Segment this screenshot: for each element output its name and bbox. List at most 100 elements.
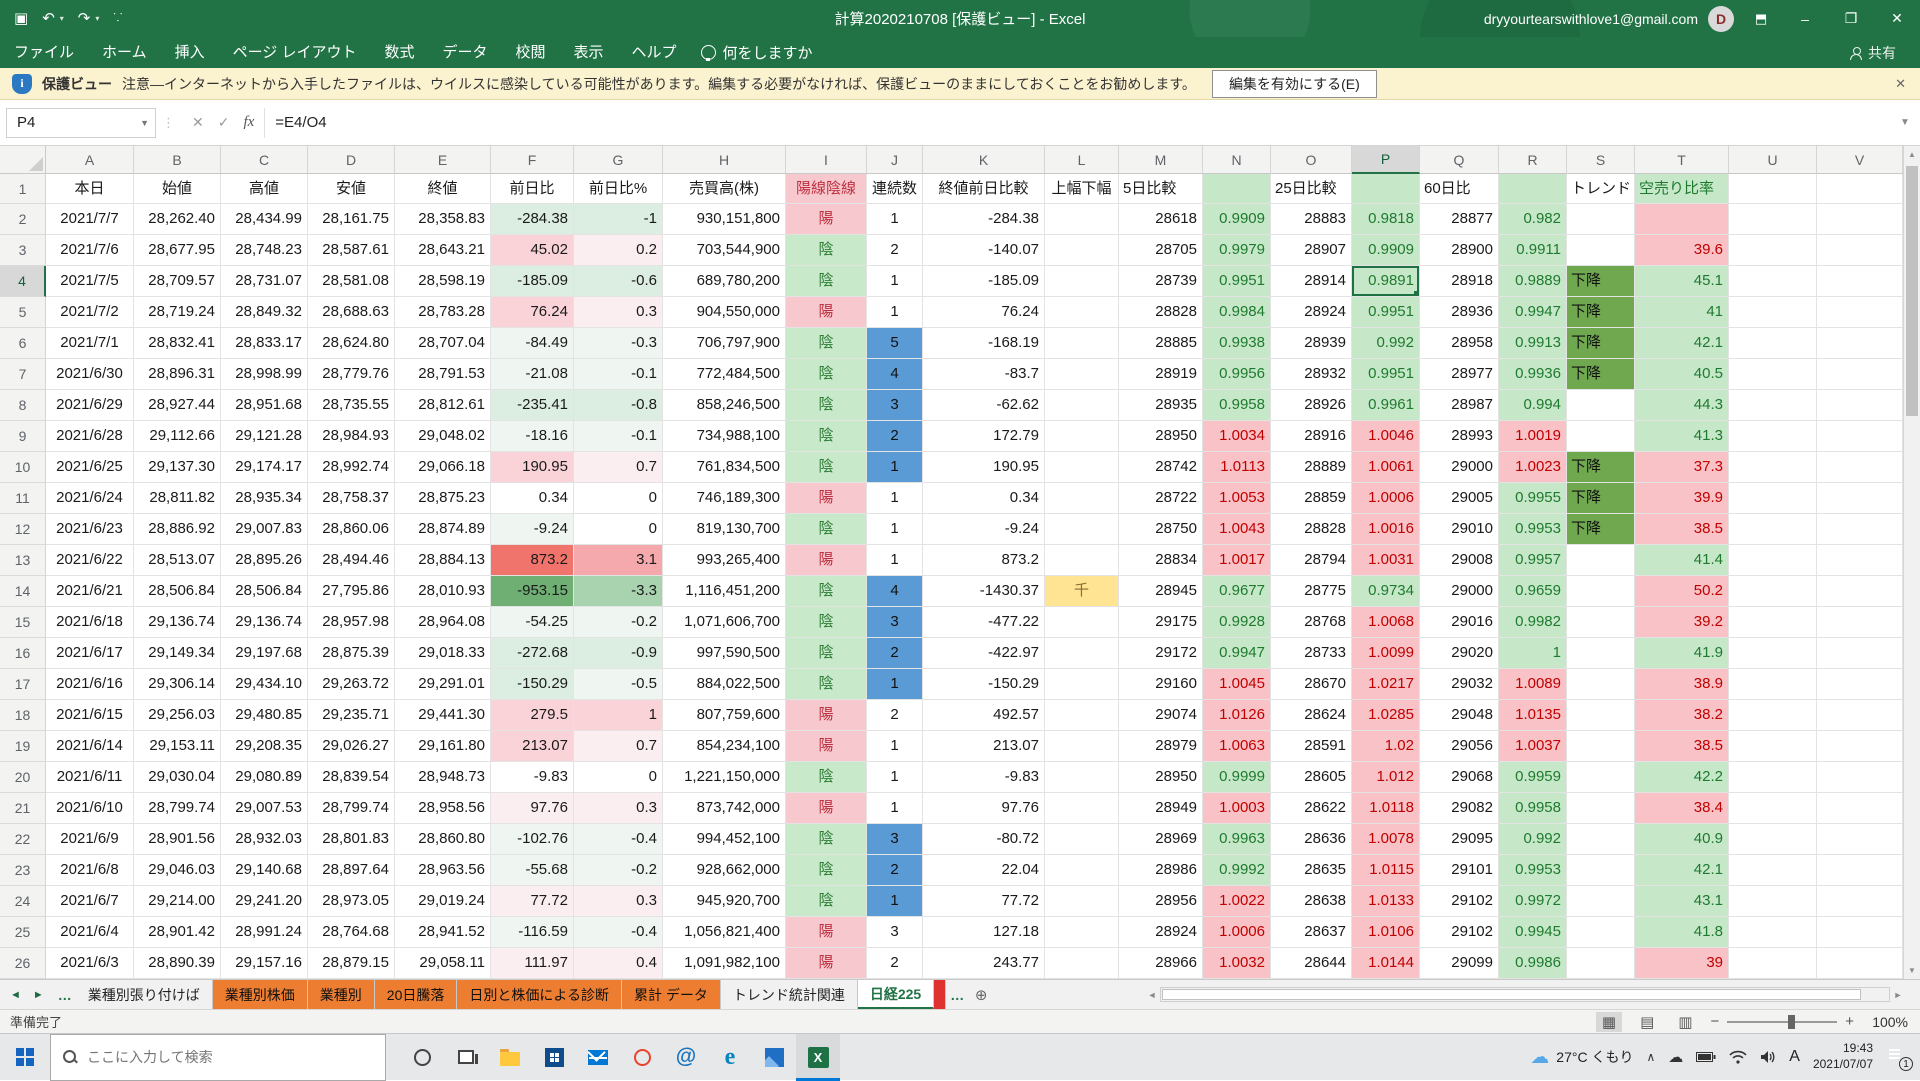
cell-C9[interactable]: 29,121.28 — [221, 421, 308, 452]
cell-P5[interactable]: 0.9951 — [1352, 297, 1420, 328]
page-layout-view-icon[interactable]: ▤ — [1634, 1012, 1660, 1032]
cell-N7[interactable]: 0.9956 — [1203, 359, 1271, 390]
cell-N10[interactable]: 1.0113 — [1203, 452, 1271, 483]
cell-C21[interactable]: 29,007.53 — [221, 793, 308, 824]
cell-F3[interactable]: 45.02 — [491, 235, 574, 266]
cell-K24[interactable]: 77.72 — [923, 886, 1045, 917]
ribbon-tab-8[interactable]: ヘルプ — [618, 37, 691, 68]
cell-K21[interactable]: 97.76 — [923, 793, 1045, 824]
cell-T26[interactable]: 39 — [1635, 948, 1729, 979]
cell-J26[interactable]: 2 — [867, 948, 923, 979]
cell-J2[interactable]: 1 — [867, 204, 923, 235]
cell-F25[interactable]: -116.59 — [491, 917, 574, 948]
cell-G9[interactable]: -0.1 — [574, 421, 663, 452]
col-header-N[interactable]: N — [1203, 146, 1271, 174]
cell-J4[interactable]: 1 — [867, 266, 923, 297]
row-header-19[interactable]: 19 — [0, 731, 46, 762]
cell-N4[interactable]: 0.9951 — [1203, 266, 1271, 297]
cell-D12[interactable]: 28,860.06 — [308, 514, 395, 545]
cell-T7[interactable]: 40.5 — [1635, 359, 1729, 390]
cell-D21[interactable]: 28,799.74 — [308, 793, 395, 824]
cell-M2[interactable]: 28618 — [1119, 204, 1203, 235]
cell-N17[interactable]: 1.0045 — [1203, 669, 1271, 700]
avatar[interactable]: D — [1708, 6, 1734, 32]
cell-U20[interactable] — [1729, 762, 1817, 793]
cell-H7[interactable]: 772,484,500 — [663, 359, 786, 390]
cell-A18[interactable]: 2021/6/15 — [46, 700, 134, 731]
restore-button[interactable]: ❐ — [1828, 0, 1874, 37]
cell-K9[interactable]: 172.79 — [923, 421, 1045, 452]
cell-K8[interactable]: -62.62 — [923, 390, 1045, 421]
cell-R14[interactable]: 0.9659 — [1499, 576, 1567, 607]
cell-C17[interactable]: 29,434.10 — [221, 669, 308, 700]
new-sheet-button[interactable]: ⊕ — [968, 980, 994, 1009]
zoom-in-icon[interactable]: + — [1845, 1013, 1854, 1030]
cell-V1[interactable] — [1817, 174, 1903, 204]
sheet-tab-5[interactable]: 累計 データ — [622, 980, 721, 1009]
cell-H25[interactable]: 1,056,821,400 — [663, 917, 786, 948]
cancel-icon[interactable]: ✕ — [192, 114, 204, 131]
cell-B3[interactable]: 28,677.95 — [134, 235, 221, 266]
cell-G10[interactable]: 0.7 — [574, 452, 663, 483]
cell-M5[interactable]: 28828 — [1119, 297, 1203, 328]
cell-T19[interactable]: 38.5 — [1635, 731, 1729, 762]
cell-Q5[interactable]: 28936 — [1420, 297, 1499, 328]
cell-V15[interactable] — [1817, 607, 1903, 638]
cell-P15[interactable]: 1.0068 — [1352, 607, 1420, 638]
cell-C7[interactable]: 28,998.99 — [221, 359, 308, 390]
cell-F7[interactable]: -21.08 — [491, 359, 574, 390]
ribbon-tab-4[interactable]: 数式 — [370, 37, 428, 68]
cell-E10[interactable]: 29,066.18 — [395, 452, 491, 483]
cell-C10[interactable]: 29,174.17 — [221, 452, 308, 483]
cell-F8[interactable]: -235.41 — [491, 390, 574, 421]
cell-O6[interactable]: 28939 — [1271, 328, 1352, 359]
cell-U7[interactable] — [1729, 359, 1817, 390]
ribbon-tab-1[interactable]: ホーム — [88, 37, 161, 68]
cell-D4[interactable]: 28,581.08 — [308, 266, 395, 297]
notification-center-icon[interactable]: 1 — [1886, 1046, 1910, 1068]
cell-B13[interactable]: 28,513.07 — [134, 545, 221, 576]
cell-R20[interactable]: 0.9959 — [1499, 762, 1567, 793]
cell-B12[interactable]: 28,886.92 — [134, 514, 221, 545]
cell-E4[interactable]: 28,598.19 — [395, 266, 491, 297]
account-email[interactable]: dryyourtearswithlove1@gmail.com — [1484, 11, 1698, 27]
row-header-22[interactable]: 22 — [0, 824, 46, 855]
cell-L24[interactable] — [1045, 886, 1119, 917]
cell-A6[interactable]: 2021/7/1 — [46, 328, 134, 359]
cell-F12[interactable]: -9.24 — [491, 514, 574, 545]
cell-S23[interactable] — [1567, 855, 1635, 886]
cell-Q7[interactable]: 28977 — [1420, 359, 1499, 390]
cell-N2[interactable]: 0.9909 — [1203, 204, 1271, 235]
cell-L4[interactable] — [1045, 266, 1119, 297]
cell-N24[interactable]: 1.0022 — [1203, 886, 1271, 917]
sheet-tab-2[interactable]: 業種別 — [308, 980, 375, 1009]
cell-P17[interactable]: 1.0217 — [1352, 669, 1420, 700]
cell-O22[interactable]: 28636 — [1271, 824, 1352, 855]
cell-D8[interactable]: 28,735.55 — [308, 390, 395, 421]
cell-S19[interactable] — [1567, 731, 1635, 762]
cell-C20[interactable]: 29,080.89 — [221, 762, 308, 793]
cell-L9[interactable] — [1045, 421, 1119, 452]
cell-D14[interactable]: 27,795.86 — [308, 576, 395, 607]
search-input[interactable] — [87, 1049, 373, 1065]
cell-N12[interactable]: 1.0043 — [1203, 514, 1271, 545]
cell-B20[interactable]: 29,030.04 — [134, 762, 221, 793]
cell-R19[interactable]: 1.0037 — [1499, 731, 1567, 762]
cell-Q21[interactable]: 29082 — [1420, 793, 1499, 824]
cell-L5[interactable] — [1045, 297, 1119, 328]
cell-O4[interactable]: 28914 — [1271, 266, 1352, 297]
cell-F15[interactable]: -54.25 — [491, 607, 574, 638]
cell-K3[interactable]: -140.07 — [923, 235, 1045, 266]
cell-I8[interactable]: 陰 — [786, 390, 867, 421]
cell-M23[interactable]: 28986 — [1119, 855, 1203, 886]
cell-J16[interactable]: 2 — [867, 638, 923, 669]
cell-L7[interactable] — [1045, 359, 1119, 390]
cell-N14[interactable]: 0.9677 — [1203, 576, 1271, 607]
cell-S24[interactable] — [1567, 886, 1635, 917]
cell-F11[interactable]: 0.34 — [491, 483, 574, 514]
cell-C3[interactable]: 28,748.23 — [221, 235, 308, 266]
cell-Q14[interactable]: 29000 — [1420, 576, 1499, 607]
cell-D20[interactable]: 28,839.54 — [308, 762, 395, 793]
normal-view-icon[interactable]: ▦ — [1596, 1012, 1622, 1032]
cell-S21[interactable] — [1567, 793, 1635, 824]
